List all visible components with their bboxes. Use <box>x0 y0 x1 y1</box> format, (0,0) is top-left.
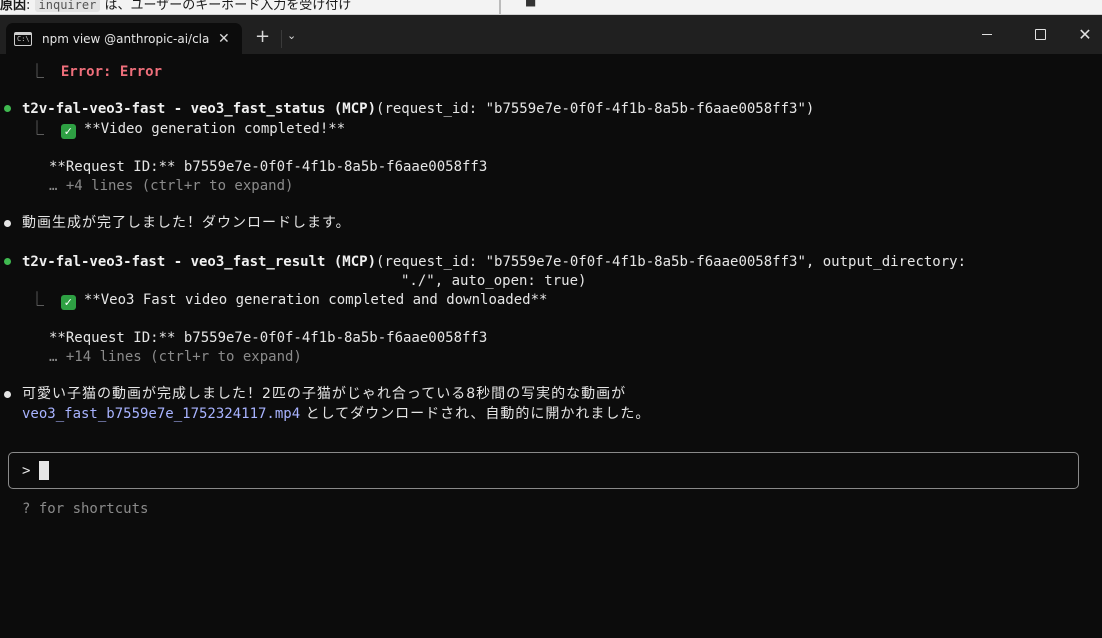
corner-glyph: ⎿ <box>30 121 44 137</box>
message-bullet <box>4 220 11 227</box>
window-divider <box>499 0 501 14</box>
expand-hint-1[interactable]: … +4 lines (ctrl+r to expand) <box>49 176 293 196</box>
tab-title: npm view @anthropic-ai/claude <box>42 31 210 46</box>
terminal-icon: C:\ <box>14 31 32 46</box>
request-id-2: **Request ID:** b7559e7e-0f0f-4f1b-8a5b-… <box>49 330 488 346</box>
bg-text: は、ユーザーのキーボード入力を受け付け <box>104 0 352 13</box>
tool-call-2-name: t2v-fal-veo3-fast - veo3_fast_result (MC… <box>22 254 377 270</box>
bg-right-glyph: ■ <box>525 0 537 8</box>
tool-call-bullet <box>4 258 11 265</box>
assistant-message-2-rest: としてダウンロードされ、自動的に開かれました。 <box>300 406 651 422</box>
video-file-link[interactable]: veo3_fast_b7559e7e_1752324117.mp4 <box>22 406 300 422</box>
terminal-tab[interactable]: C:\ npm view @anthropic-ai/claude ✕ <box>6 23 242 54</box>
message-bullet <box>4 391 11 398</box>
tool-call-2-args-cont: "./", auto_open: true) <box>401 273 587 289</box>
tab-separator <box>281 30 282 48</box>
tool-call-2: t2v-fal-veo3-fast - veo3_fast_result (MC… <box>22 252 966 272</box>
checkmark-icon: ✓ <box>60 124 76 139</box>
maximize-icon <box>1034 29 1046 40</box>
error-text: Error: Error <box>60 64 163 80</box>
bg-label: 原因 <box>0 0 27 13</box>
terminal-icon-text: C:\ <box>17 34 30 43</box>
tab-close-icon[interactable]: ✕ <box>218 31 230 47</box>
assistant-message-2-line2: veo3_fast_b7559e7e_1752324117.mp4 としてダウン… <box>22 404 650 424</box>
bg-code: inquirer <box>34 0 101 12</box>
tool-call-1-args: (request_id: "b7559e7e-0f0f-4f1b-8a5b-f6… <box>376 101 815 117</box>
background-window-text: 原因: inquirer は、ユーザーのキーボード入力を受け付け <box>0 0 352 13</box>
assistant-message-2-line1: 可愛い子猫の動画が完成しました！2匹の子猫がじゃれ合っている8秒間の写実的な動画… <box>22 386 627 402</box>
corner-glyph: ⎿ <box>30 64 44 80</box>
tool-result-2: ⎿ ✓ **Veo3 Fast video generation complete… <box>30 290 547 310</box>
close-icon: ✕ <box>1078 25 1092 44</box>
tool-result-1: ⎿ ✓ **Video generation completed!** <box>30 119 345 139</box>
tool-call-1-name: t2v-fal-veo3-fast - veo3_fast_status (MC… <box>22 101 377 117</box>
shortcuts-hint: ? for shortcuts <box>22 501 149 517</box>
prompt-symbol: > <box>22 463 31 479</box>
tool-call-bullet <box>4 105 11 112</box>
expand-hint-2[interactable]: … +14 lines (ctrl+r to expand) <box>49 347 302 367</box>
tab-dropdown-icon[interactable]: ⌄ <box>287 29 296 42</box>
tool-call-2-args: (request_id: "b7559e7e-0f0f-4f1b-8a5b-f6… <box>376 254 967 270</box>
assistant-message-1: 動画生成が完了しました！ダウンロードします。 <box>22 215 351 231</box>
corner-glyph: ⎿ <box>30 292 44 308</box>
request-id-1: **Request ID:** b7559e7e-0f0f-4f1b-8a5b-… <box>49 159 488 175</box>
background-window-strip: 原因: inquirer は、ユーザーのキーボード入力を受け付け ■ <box>0 0 1102 15</box>
terminal-titlebar: C:\ npm view @anthropic-ai/claude ✕ + ⌄ … <box>0 15 1102 54</box>
new-tab-button[interactable]: + <box>255 27 270 47</box>
tool-call-1: t2v-fal-veo3-fast - veo3_fast_status (MC… <box>22 99 814 119</box>
checkmark-icon: ✓ <box>60 295 76 310</box>
tool-result-2-text: **Veo3 Fast video generation completed a… <box>83 292 548 308</box>
text-cursor <box>39 461 49 480</box>
tool-result-1-text: **Video generation completed!** <box>83 121 346 137</box>
minimize-button[interactable] <box>964 15 1010 54</box>
maximize-button[interactable] <box>1017 15 1063 54</box>
minimize-icon <box>982 34 992 35</box>
error-output: ⎿ Error: Error <box>30 62 162 82</box>
close-window-button[interactable]: ✕ <box>1062 15 1102 54</box>
prompt-input[interactable]: > <box>8 452 1079 489</box>
